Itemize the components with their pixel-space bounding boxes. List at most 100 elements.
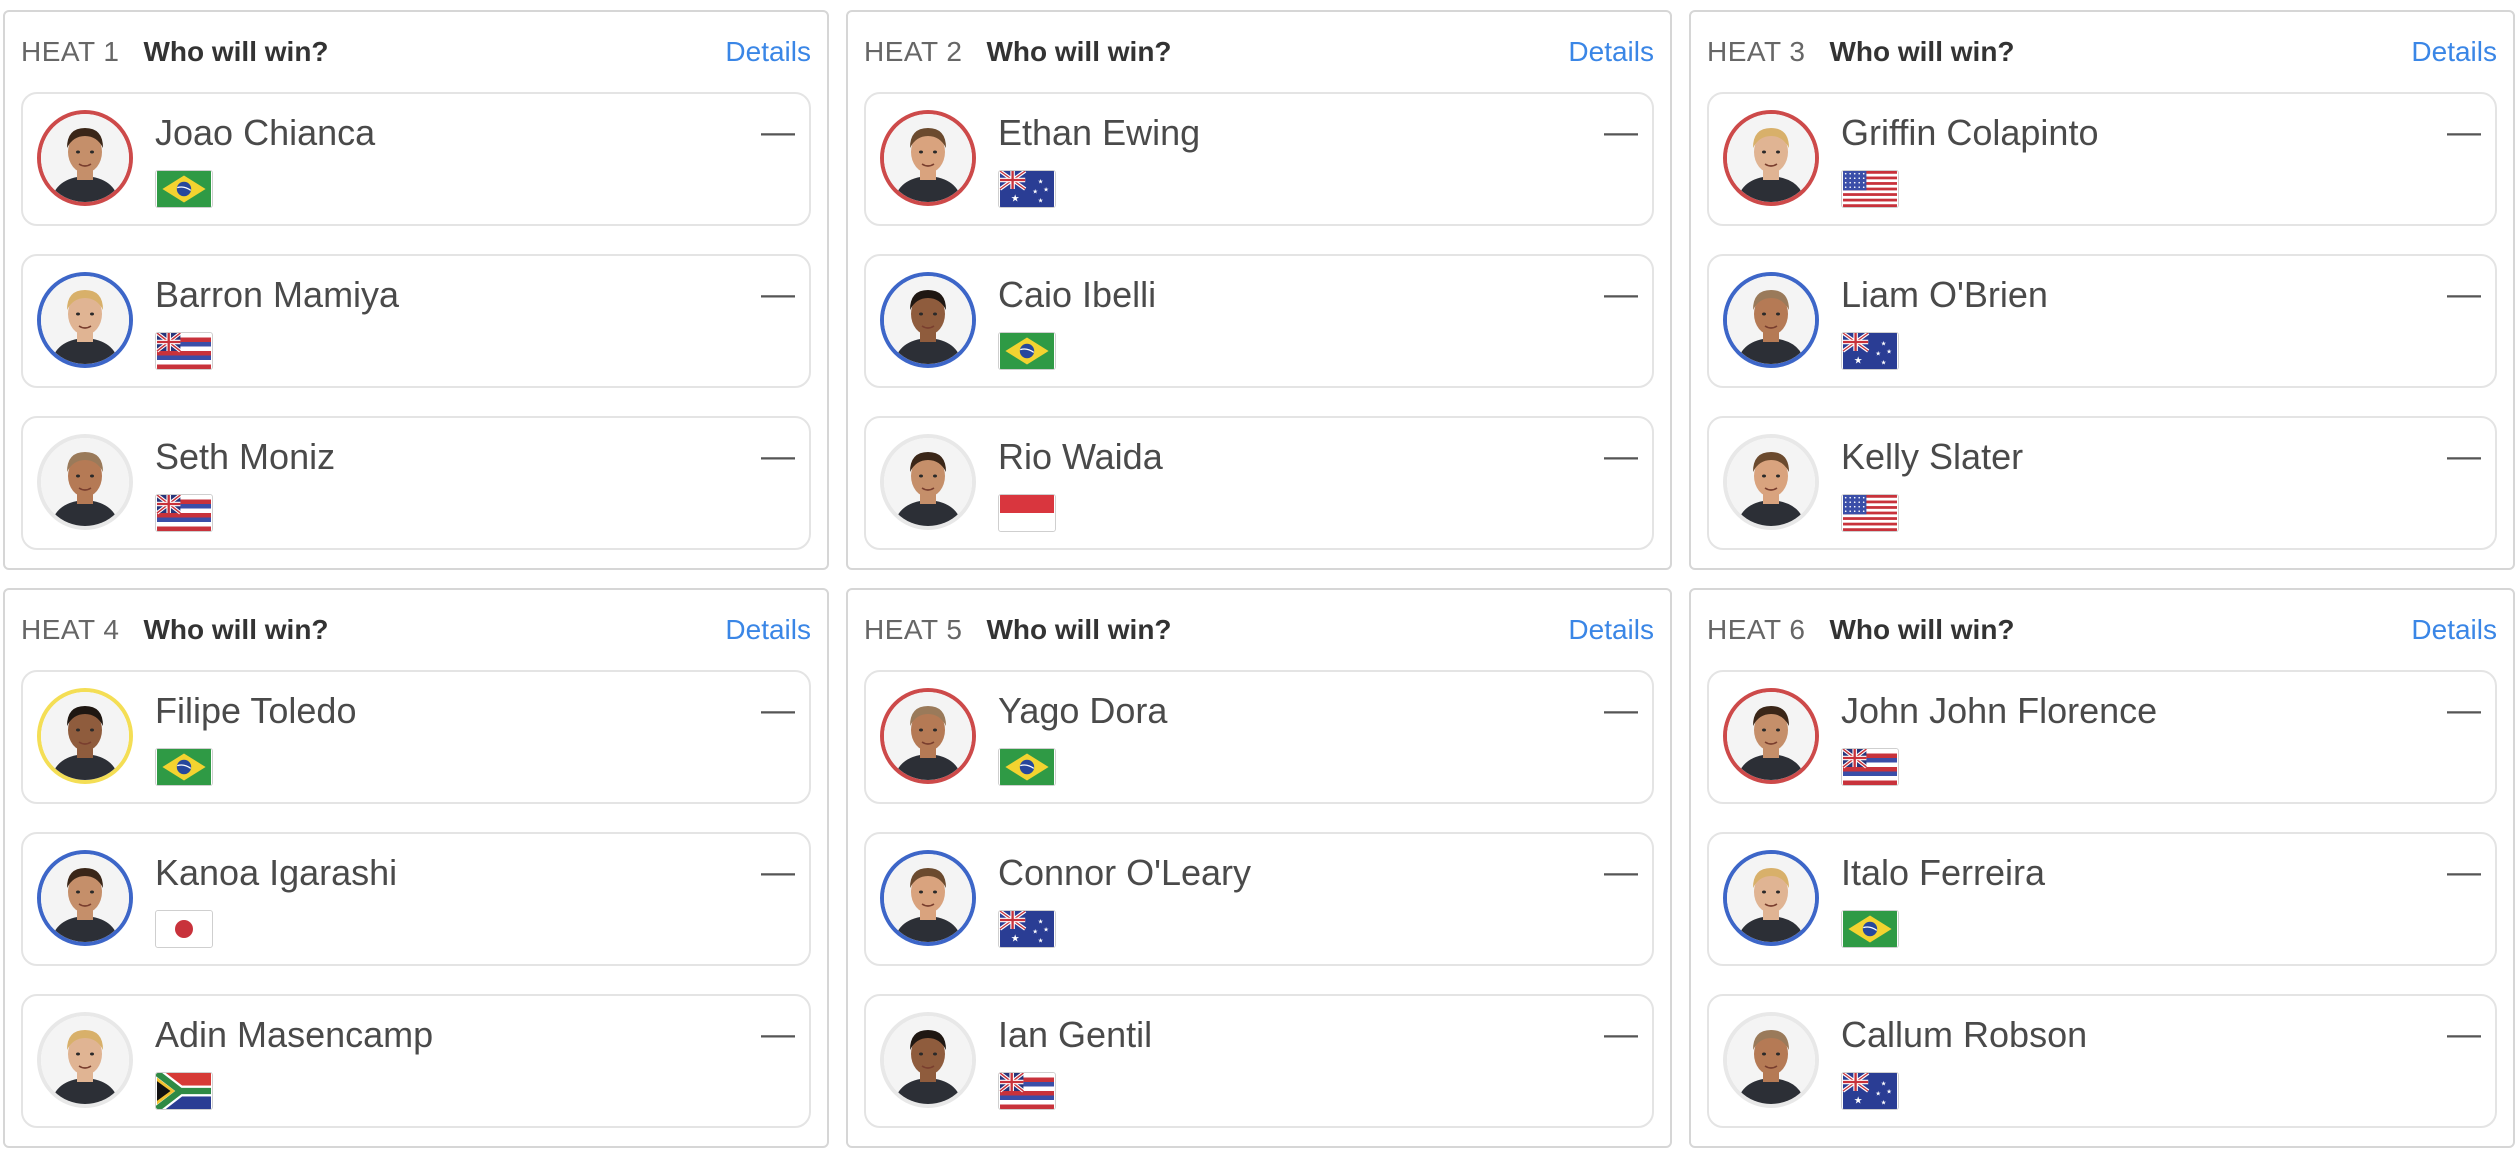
surfer-card[interactable]: Barron Mamiya — [21, 254, 811, 388]
heat-header: HEAT 5 Who will win? Details [864, 590, 1654, 670]
details-link[interactable]: Details [1568, 36, 1654, 68]
surfer-portrait-icon [1727, 438, 1815, 526]
surfer-name: Kanoa Igarashi [155, 852, 398, 893]
pick-indicator: — [761, 853, 795, 891]
surfer-portrait-icon [884, 438, 972, 526]
flag-australia-icon: ★ ★ ★ ★ ★ [1841, 332, 1899, 370]
pick-indicator: — [2447, 1015, 2481, 1053]
svg-text:★: ★ [1881, 360, 1887, 367]
heat-label: HEAT 2 [864, 36, 963, 67]
svg-text:★: ★ [1032, 929, 1038, 936]
surfer-name: Griffin Colapinto [1841, 112, 2099, 153]
svg-text:★: ★ [1854, 1096, 1863, 1107]
surfer-card[interactable]: Joao Chianca — [21, 92, 811, 226]
svg-text:★: ★ [1032, 189, 1038, 196]
flag-hawaii-icon [155, 332, 213, 370]
details-link[interactable]: Details [1568, 614, 1654, 646]
surfer-card[interactable]: Ethan Ewing ★ ★ ★ ★ ★ — [864, 92, 1654, 226]
surfer-name: Yago Dora [998, 690, 1168, 731]
heat-header: HEAT 4 Who will win? Details [21, 590, 811, 670]
svg-text:★: ★ [1038, 938, 1044, 945]
pick-indicator: — [1604, 437, 1638, 475]
svg-text:★: ★ [1881, 1081, 1887, 1088]
surfer-avatar [880, 688, 976, 784]
surfer-portrait-icon [1727, 276, 1815, 364]
surfer-avatar [37, 272, 133, 368]
details-link[interactable]: Details [725, 614, 811, 646]
details-link[interactable]: Details [2411, 36, 2497, 68]
flag-brazil-icon [155, 170, 213, 208]
flag-japan-icon [155, 910, 213, 948]
surfer-portrait-icon [41, 276, 129, 364]
svg-text:★: ★ [1038, 919, 1044, 926]
pick-indicator: — [1604, 1015, 1638, 1053]
surfer-name: Rio Waida [998, 436, 1163, 477]
flag-hawaii-icon [155, 494, 213, 532]
svg-text:★: ★ [1881, 341, 1887, 348]
heat-label: HEAT 1 [21, 36, 120, 67]
surfer-portrait-icon [41, 114, 129, 202]
surfer-card[interactable]: Kanoa Igarashi — [21, 832, 811, 966]
svg-text:★: ★ [1875, 351, 1881, 358]
heat-panel: HEAT 2 Who will win? Details Ethan Ewing… [846, 10, 1672, 570]
heat-panel: HEAT 4 Who will win? Details Filipe Tole… [3, 588, 829, 1148]
flag-australia-icon: ★ ★ ★ ★ ★ [998, 910, 1056, 948]
surfer-card[interactable]: Yago Dora — [864, 670, 1654, 804]
heat-label: HEAT 6 [1707, 614, 1806, 645]
surfer-avatar [880, 434, 976, 530]
surfer-portrait-icon [884, 276, 972, 364]
pick-indicator: — [2447, 275, 2481, 313]
flag-south-africa-icon [155, 1072, 213, 1110]
surfer-card[interactable]: Connor O'Leary ★ ★ ★ ★ ★ — [864, 832, 1654, 966]
heat-label: HEAT 4 [21, 614, 120, 645]
surfer-card[interactable]: Callum Robson ★ ★ ★ ★ ★ — [1707, 994, 2497, 1128]
surfer-name: Italo Ferreira [1841, 852, 2046, 893]
surfer-portrait-icon [1727, 1016, 1815, 1104]
surfer-card[interactable]: John John Florence — [1707, 670, 2497, 804]
heat-label: HEAT 5 [864, 614, 963, 645]
svg-text:★: ★ [1881, 1100, 1887, 1107]
flag-australia-icon: ★ ★ ★ ★ ★ [1841, 1072, 1899, 1110]
pick-indicator: — [761, 691, 795, 729]
flag-brazil-icon [998, 332, 1056, 370]
heat-header: HEAT 2 Who will win? Details [864, 12, 1654, 92]
surfer-card[interactable]: Adin Masencamp — [21, 994, 811, 1128]
heat-question: Who will win? [1829, 36, 2015, 67]
svg-text:★: ★ [1854, 356, 1863, 367]
surfer-card[interactable]: Filipe Toledo — [21, 670, 811, 804]
surfer-card[interactable]: Griffin Colapinto — [1707, 92, 2497, 226]
surfer-name: Caio Ibelli [998, 274, 1157, 315]
surfer-avatar [1723, 1012, 1819, 1108]
surfer-card[interactable]: Rio Waida — [864, 416, 1654, 550]
surfer-card[interactable]: Liam O'Brien ★ ★ ★ ★ ★ — [1707, 254, 2497, 388]
surfer-card[interactable]: Caio Ibelli — [864, 254, 1654, 388]
surfer-card[interactable]: Italo Ferreira — [1707, 832, 2497, 966]
surfer-card[interactable]: Seth Moniz — [21, 416, 811, 550]
surfer-name: Kelly Slater [1841, 436, 2024, 477]
pick-indicator: — [1604, 853, 1638, 891]
surfer-name: Barron Mamiya [155, 274, 400, 315]
surfer-portrait-icon [41, 1016, 129, 1104]
heat-question: Who will win? [1829, 614, 2015, 645]
pick-indicator: — [2447, 691, 2481, 729]
heat-question: Who will win? [986, 614, 1172, 645]
surfer-name: Liam O'Brien [1841, 274, 2048, 315]
surfer-card[interactable]: Ian Gentil — [864, 994, 1654, 1128]
surfer-name: Callum Robson [1841, 1014, 2088, 1055]
pick-indicator: — [1604, 275, 1638, 313]
heat-panel: HEAT 5 Who will win? Details Yago Dora —… [846, 588, 1672, 1148]
surfer-card[interactable]: Kelly Slater — [1707, 416, 2497, 550]
pick-indicator: — [1604, 113, 1638, 151]
surfer-name: John John Florence [1841, 690, 2158, 731]
details-link[interactable]: Details [2411, 614, 2497, 646]
surfer-avatar [1723, 434, 1819, 530]
surfer-avatar [1723, 272, 1819, 368]
pick-indicator: — [2447, 437, 2481, 475]
details-link[interactable]: Details [725, 36, 811, 68]
flag-hawaii-icon [1841, 748, 1899, 786]
pick-indicator: — [761, 437, 795, 475]
surfer-avatar [1723, 110, 1819, 206]
surfer-avatar [1723, 850, 1819, 946]
pick-indicator: — [761, 275, 795, 313]
heat-panel: HEAT 1 Who will win? Details Joao Chianc… [3, 10, 829, 570]
